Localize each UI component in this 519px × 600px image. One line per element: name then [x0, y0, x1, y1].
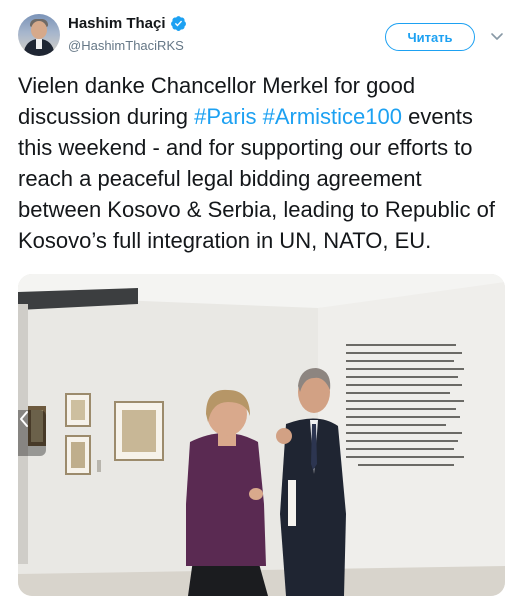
chevron-down-icon[interactable] — [489, 28, 505, 44]
hashtag-link[interactable]: #Armistice100 — [263, 104, 402, 129]
author-name-row[interactable]: Hashim Thaçi — [68, 15, 187, 32]
author-display-name[interactable]: Hashim Thaçi — [68, 15, 166, 32]
photo-prev-button[interactable] — [18, 410, 46, 456]
follow-button[interactable]: Читать — [385, 23, 475, 51]
verified-badge-icon — [170, 15, 187, 32]
author-handle[interactable]: @HashimThaciRKS — [68, 38, 184, 53]
hashtag-link[interactable]: #Paris — [194, 104, 256, 129]
tweet-card: Hashim Thaçi @HashimThaciRKS Читать Viel… — [0, 0, 519, 600]
user-avatar[interactable] — [18, 14, 60, 56]
tweet-photo[interactable] — [18, 274, 505, 596]
tweet-text: Vielen danke Chancellor Merkel for good … — [18, 70, 510, 256]
photo-scene — [18, 274, 505, 596]
